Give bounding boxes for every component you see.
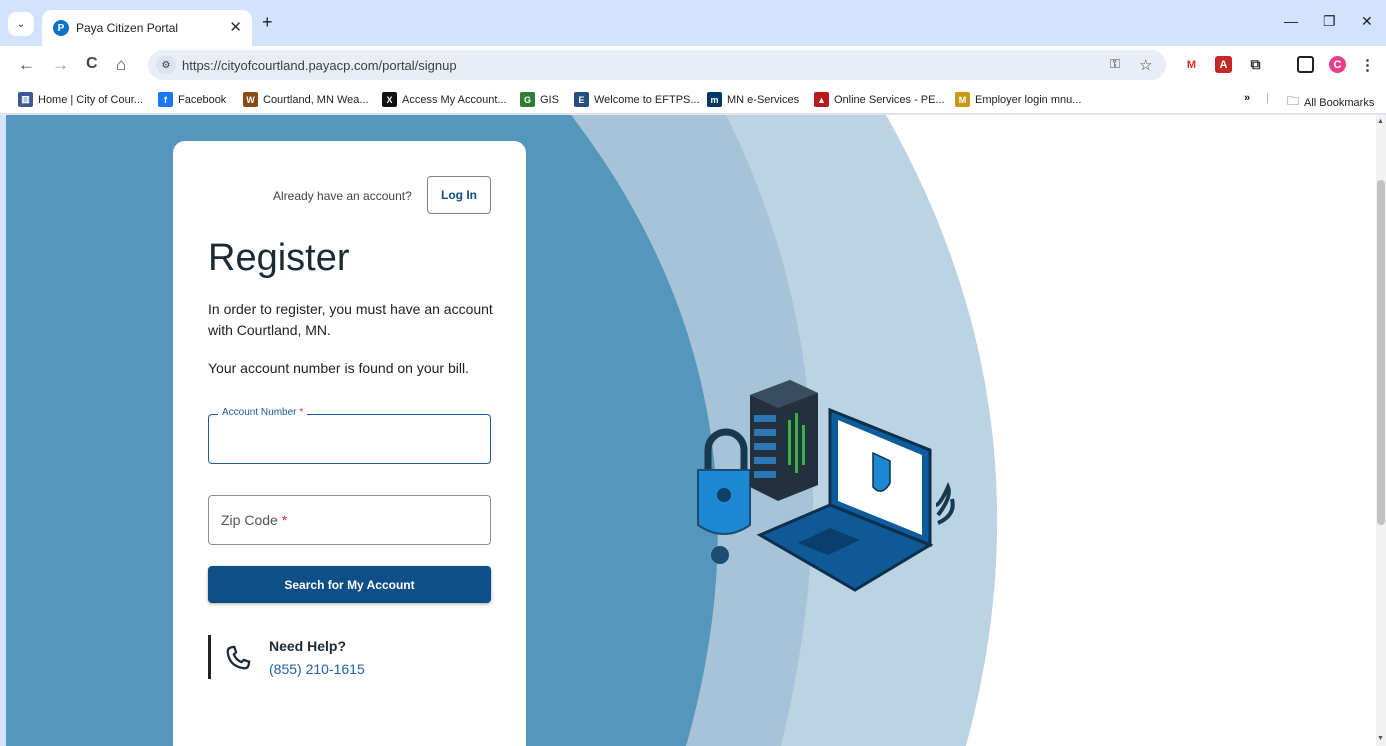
bookmark-label: Welcome to EFTPS... [594, 93, 700, 106]
plant-leaves [935, 481, 955, 525]
register-card: Already have an account? Log In Register… [173, 141, 526, 746]
menu-icon[interactable]: ⋮ [1359, 56, 1376, 74]
bookmark-item[interactable]: E Welcome to EFTPS... [574, 92, 700, 107]
side-panel-icon[interactable] [1297, 56, 1314, 73]
bookmark-star-icon[interactable]: ☆ [1139, 56, 1152, 74]
page-title: Register [208, 237, 350, 279]
login-button[interactable]: Log In [427, 176, 491, 214]
bookmark-item[interactable]: ▥ Home | City of Cour... [18, 92, 143, 107]
gis-icon: G [520, 92, 535, 107]
address-bar[interactable]: ⚙ https://cityofcourtland.payacp.com/por… [148, 50, 1166, 80]
forward-icon[interactable]: → [52, 55, 69, 75]
folder-icon: 🗀 [1287, 94, 1300, 108]
security-illustration [697, 380, 955, 592]
mnu-icon: M [955, 92, 970, 107]
bookmark-label: Access My Account... [402, 93, 507, 106]
scroll-thumb[interactable] [1377, 180, 1385, 525]
bookmark-item[interactable]: W Courtland, MN Wea... [243, 92, 369, 107]
bookmark-label: Employer login mnu... [975, 93, 1082, 106]
pdf-icon[interactable]: A [1215, 56, 1232, 73]
tab-search-button[interactable]: ⌄ [8, 12, 34, 36]
facebook-icon: f [158, 92, 173, 107]
back-icon[interactable]: ← [18, 55, 35, 75]
window-close-icon[interactable]: ✕ [1361, 13, 1373, 30]
zip-code-label: Zip Code * [221, 512, 288, 528]
all-bookmarks-label: All Bookmarks [1304, 96, 1375, 109]
building-icon: ▥ [18, 92, 33, 107]
weather-icon: W [243, 92, 258, 107]
bookmark-label: Courtland, MN Wea... [263, 93, 369, 106]
bookmark-item[interactable]: ▲ Online Services - PE... [814, 92, 945, 107]
bookmark-label: Online Services - PE... [834, 93, 945, 106]
bookmark-item[interactable]: m MN e-Services [707, 92, 799, 107]
reload-icon[interactable]: C [86, 55, 98, 73]
already-have-account-text: Already have an account? [273, 189, 412, 203]
bookmark-label: Home | City of Cour... [38, 93, 143, 106]
pera-icon: ▲ [814, 92, 829, 107]
browser-toolbar: ← → C ⌂ ⚙ https://cityofcourtland.payacp… [0, 46, 1386, 86]
tab-strip: ⌄ P Paya Citizen Portal ✕ + — ❐ ✕ [0, 0, 1386, 46]
mn-icon: m [707, 92, 722, 107]
bookmark-item[interactable]: G GIS [520, 92, 559, 107]
bookmarks-bar: ▥ Home | City of Cour... f Facebook W Courtla… [0, 86, 1386, 114]
profile-avatar[interactable]: C [1329, 56, 1346, 73]
search-account-button[interactable]: Search for My Account [208, 566, 491, 603]
bookmark-item[interactable]: f Facebook [158, 92, 226, 107]
tab-title: Paya Citizen Portal [76, 21, 179, 35]
phone-icon [226, 645, 251, 670]
all-bookmarks-button[interactable]: 🗀 All Bookmarks [1287, 92, 1374, 113]
x-icon: X [382, 92, 397, 107]
url-text: https://cityofcourtland.payacp.com/porta… [182, 58, 457, 73]
scroll-up-icon[interactable]: ▲ [1377, 118, 1384, 125]
register-description: In order to register, you must have an a… [208, 301, 493, 338]
help-phone-link[interactable]: (855) 210-1615 [269, 661, 365, 677]
bookmark-label: Facebook [178, 93, 227, 106]
account-number-label: Account Number * [218, 407, 308, 418]
restore-icon[interactable]: ❐ [1323, 13, 1336, 30]
bookmark-divider: | [1266, 92, 1269, 104]
account-number-note: Your account number is found on your bil… [208, 360, 469, 376]
site-info-icon[interactable]: ⚙ [156, 56, 176, 74]
scroll-down-icon[interactable]: ▼ [1377, 735, 1384, 742]
password-key-icon[interactable]: ⚿ [1110, 56, 1120, 72]
extensions-icon[interactable]: ⧉ [1247, 56, 1264, 73]
eftps-icon: E [574, 92, 589, 107]
more-bookmarks-icon[interactable]: » [1244, 92, 1250, 104]
home-icon[interactable]: ⌂ [116, 55, 126, 75]
bookmark-label: GIS [540, 93, 559, 106]
keyhole [717, 488, 731, 502]
need-help-heading: Need Help? [269, 638, 347, 654]
minimize-icon[interactable]: — [1284, 13, 1298, 29]
bookmark-item[interactable]: M Employer login mnu... [955, 92, 1081, 107]
account-number-field[interactable]: Account Number * [208, 407, 491, 464]
page-scrollbar[interactable]: ▲ ▼ [1376, 115, 1386, 746]
lock-key-dot [711, 546, 729, 564]
zip-code-field[interactable]: Zip Code * [208, 495, 491, 545]
bookmark-item[interactable]: X Access My Account... [382, 92, 507, 107]
paya-favicon-icon: P [53, 20, 69, 36]
bookmark-label: MN e-Services [727, 93, 800, 106]
lock-shackle [704, 428, 748, 470]
browser-tab[interactable]: P Paya Citizen Portal ✕ [42, 10, 252, 46]
gmail-icon[interactable]: M [1183, 56, 1200, 73]
tab-close-icon[interactable]: ✕ [229, 18, 242, 36]
help-divider [208, 635, 211, 679]
new-tab-button[interactable]: + [262, 12, 273, 33]
